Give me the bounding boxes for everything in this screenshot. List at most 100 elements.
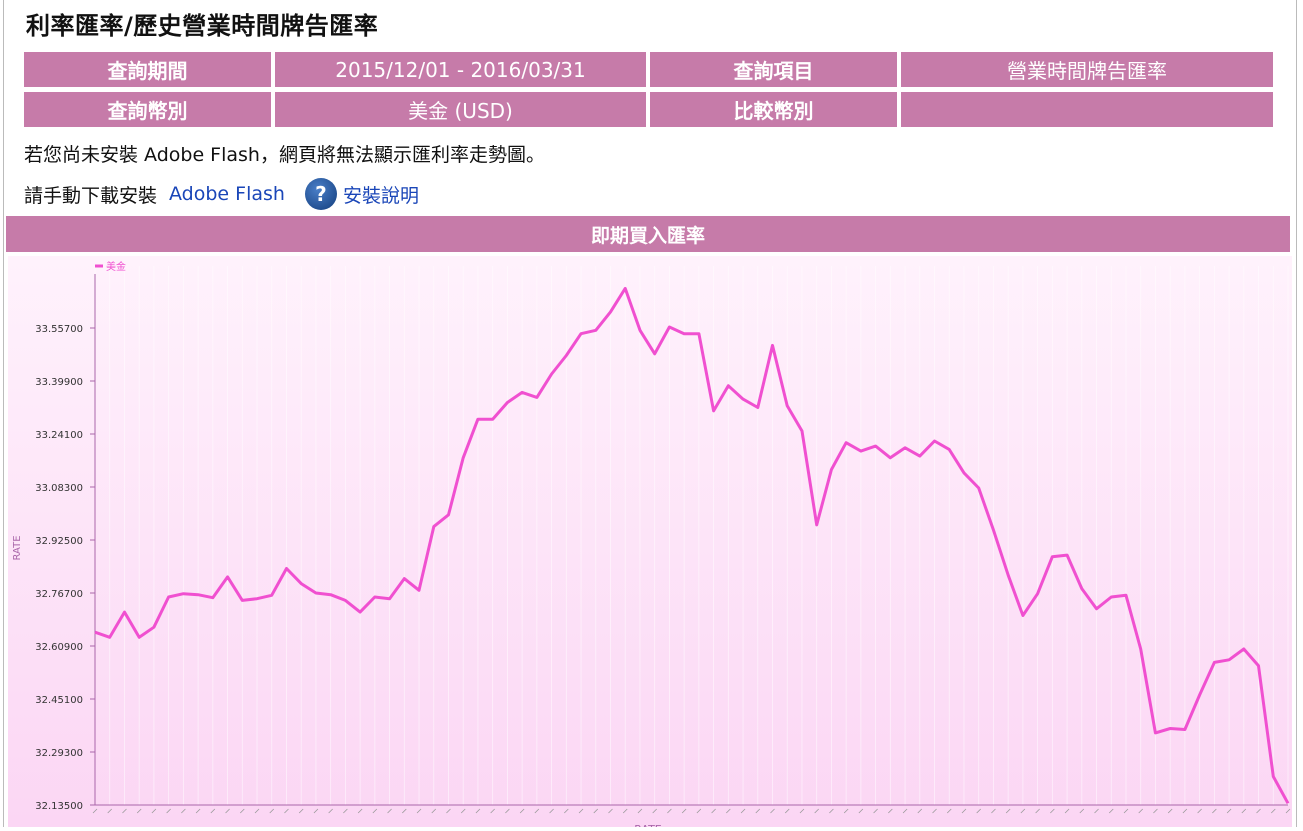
page-frame-left <box>3 0 4 827</box>
x-tick <box>843 808 849 814</box>
x-tick <box>431 808 437 814</box>
y-tick-label: 32.29300 <box>35 748 83 759</box>
x-tick <box>357 808 363 814</box>
x-tick <box>402 808 407 814</box>
x-tick <box>151 808 157 814</box>
adobe-flash-link[interactable]: Adobe Flash <box>169 183 285 205</box>
x-tick <box>1256 808 1261 814</box>
help-question-icon[interactable]: ? <box>304 178 337 210</box>
x-tick <box>991 808 996 814</box>
x-tick <box>490 808 495 814</box>
x-tick <box>1285 808 1291 814</box>
page-frame-right <box>1296 0 1297 827</box>
install-row: 請手動下載安裝 Adobe Flash ? 安裝說明 <box>24 178 419 210</box>
x-tick <box>92 808 98 814</box>
x-tick <box>593 808 599 814</box>
x-tick <box>1212 808 1217 814</box>
x-tick <box>652 808 657 814</box>
y-axis-label: RATE <box>12 535 23 560</box>
x-tick <box>622 808 628 814</box>
x-tick <box>564 808 569 814</box>
chart-title: 即期買入匯率 <box>6 216 1290 252</box>
x-tick <box>387 808 392 814</box>
x-tick <box>829 808 834 814</box>
x-tick <box>1005 808 1011 814</box>
y-tick-label: 33.55700 <box>35 324 83 335</box>
x-tick <box>475 808 481 814</box>
y-tick-label: 32.45100 <box>35 695 83 706</box>
page-title: 利率匯率/歷史營業時間牌告匯率 <box>26 12 379 40</box>
y-tick-label: 33.24100 <box>35 430 83 441</box>
x-tick <box>1094 808 1099 814</box>
item-label: 查詢項目 <box>650 52 897 87</box>
rate-line-chart: 33.55700 33.39900 33.24100 33.08300 32.92500… <box>12 260 1291 831</box>
x-tick <box>726 808 731 814</box>
x-tick <box>1035 808 1040 814</box>
x-tick <box>166 808 171 814</box>
x-tick <box>446 808 451 814</box>
x-tick <box>254 808 260 814</box>
x-tick <box>460 808 466 814</box>
x-tick <box>637 808 643 814</box>
x-tick <box>1197 808 1202 814</box>
x-tick <box>372 808 378 814</box>
x-tick <box>416 808 422 814</box>
x-tick <box>136 808 142 814</box>
x-tick <box>814 808 819 814</box>
compare-label: 比較幣別 <box>650 92 897 127</box>
x-tick <box>932 808 937 814</box>
x-tick <box>770 808 775 814</box>
x-axis-label: RATE <box>634 823 662 827</box>
x-tick <box>122 808 127 814</box>
legend-label: 美金 <box>106 260 126 273</box>
x-tick <box>1167 808 1173 814</box>
x-tick <box>740 808 746 814</box>
x-tick <box>1241 808 1247 814</box>
x-tick <box>1270 808 1276 814</box>
period-label: 查詢期間 <box>24 52 271 87</box>
x-tick <box>505 808 510 814</box>
x-tick <box>608 808 613 814</box>
currency-label: 查詢幣別 <box>24 92 271 127</box>
x-tick <box>888 808 893 814</box>
x-tick <box>181 808 186 814</box>
y-tick-label: 33.08300 <box>35 483 83 494</box>
x-tick <box>873 808 878 814</box>
install-help-link[interactable]: 安裝說明 <box>343 181 419 208</box>
y-tick-label: 32.92500 <box>35 536 83 547</box>
flash-warning: 若您尚未安裝 Adobe Flash，網頁將無法顯示匯利率走勢圖。 <box>24 144 545 166</box>
x-tick <box>711 808 716 814</box>
x-tick <box>1064 808 1070 814</box>
x-tick <box>1108 808 1114 814</box>
chart-area: 33.55700 33.39900 33.24100 33.08300 32.92500… <box>8 256 1292 831</box>
x-tick <box>210 808 216 814</box>
x-tick <box>1123 808 1129 814</box>
x-tick <box>107 808 113 814</box>
x-tick <box>1079 808 1085 814</box>
x-tick <box>976 808 981 814</box>
x-tick <box>313 808 319 814</box>
x-tick <box>1182 808 1188 814</box>
x-tick <box>917 808 923 814</box>
x-tick <box>755 808 761 814</box>
period-value: 2015/12/01 - 2016/03/31 <box>275 52 646 87</box>
x-tick <box>1050 808 1055 814</box>
x-tick <box>225 808 230 814</box>
x-tick <box>681 808 687 814</box>
x-tick <box>519 808 525 814</box>
x-tick <box>799 808 805 814</box>
x-tick <box>298 808 304 814</box>
x-tick <box>240 808 245 814</box>
series-line-usd <box>94 286 1290 805</box>
x-tick <box>696 808 702 814</box>
x-tick <box>343 808 348 814</box>
y-tick-label: 33.39900 <box>35 377 83 388</box>
y-tick-label: 32.13500 <box>35 801 83 812</box>
x-tick <box>1138 808 1143 814</box>
x-tick <box>1226 808 1232 814</box>
x-tick <box>195 808 201 814</box>
item-value: 營業時間牌告匯率 <box>901 52 1273 87</box>
x-tick <box>1020 808 1026 814</box>
x-tick <box>667 808 672 814</box>
x-tick <box>858 808 864 814</box>
